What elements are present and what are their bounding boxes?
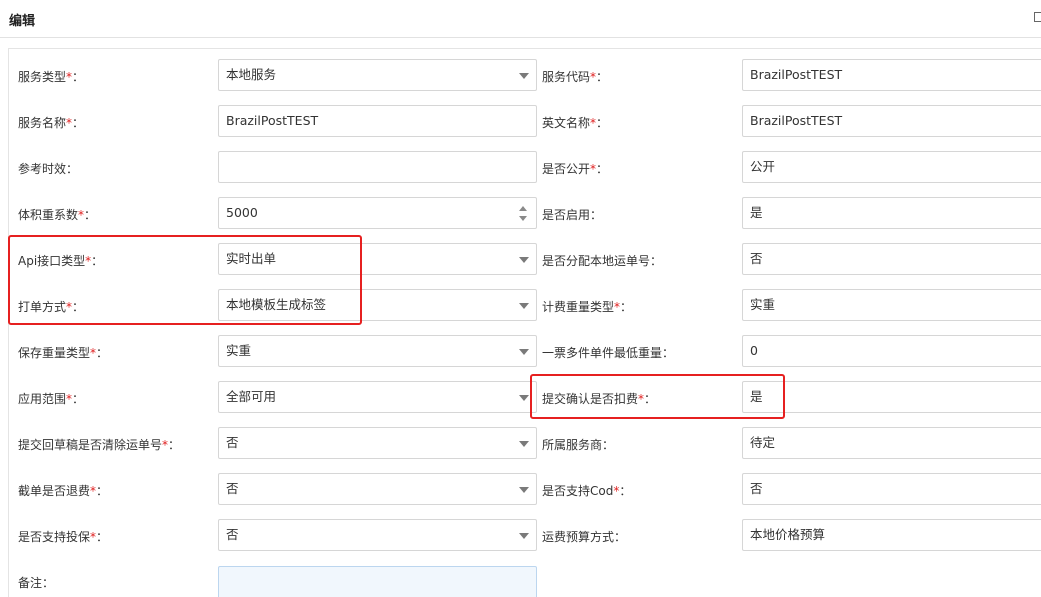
chevron-down-icon[interactable] — [519, 257, 529, 263]
ref-time-input[interactable] — [218, 151, 537, 183]
is-enabled-label: 是否启用： — [542, 208, 603, 222]
maximize-icon[interactable] — [1034, 12, 1041, 22]
highlight-box-api-print — [8, 235, 362, 325]
spin-up-icon[interactable] — [519, 206, 527, 211]
min-piece-weight-value: 0 — [750, 343, 758, 358]
is-public-input[interactable]: 公开 — [742, 151, 1041, 183]
billing-weight-type-input[interactable]: 实重 — [742, 289, 1041, 321]
cutoff-refund-select[interactable]: 否 — [218, 473, 537, 505]
chevron-down-icon[interactable] — [519, 349, 529, 355]
ref-time-label: 参考时效： — [18, 162, 79, 176]
support-cod-label: 是否支持Cod*： — [542, 484, 632, 498]
clear-no-on-draft-select[interactable]: 否 — [218, 427, 537, 459]
volume-factor-input[interactable]: 5000 — [218, 197, 537, 229]
provider-value: 待定 — [750, 435, 776, 450]
cutoff-refund-label: 截单是否退费*： — [18, 484, 109, 498]
spin-down-icon[interactable] — [519, 216, 527, 221]
min-piece-weight-label: 一票多件单件最低重量： — [542, 346, 675, 360]
assign-local-no-label: 是否分配本地运单号： — [542, 254, 663, 268]
billing-weight-type-value: 实重 — [750, 297, 776, 312]
remarks-textarea[interactable] — [218, 566, 537, 597]
dialog-title: 编辑 — [9, 14, 36, 29]
freight-estimate-value: 本地价格预算 — [750, 527, 826, 542]
chevron-down-icon[interactable] — [519, 487, 529, 493]
provider-label: 所属服务商： — [542, 438, 615, 452]
chevron-down-icon[interactable] — [519, 303, 529, 309]
is-public-label: 是否公开*： — [542, 162, 609, 176]
chevron-down-icon[interactable] — [519, 73, 529, 79]
save-weight-type-label: 保存重量类型*： — [18, 346, 109, 360]
billing-weight-type-label: 计费重量类型*： — [542, 300, 633, 314]
apply-scope-value: 全部可用 — [226, 389, 277, 404]
service-type-label: 服务类型*： — [18, 70, 85, 84]
provider-input[interactable]: 待定 — [742, 427, 1041, 459]
clear-no-on-draft-value: 否 — [226, 435, 239, 450]
freight-estimate-input[interactable]: 本地价格预算 — [742, 519, 1041, 551]
support-insurance-select[interactable]: 否 — [218, 519, 537, 551]
service-code-value: BrazilPostTEST — [750, 67, 843, 82]
service-name-label: 服务名称*： — [18, 116, 85, 130]
apply-scope-select[interactable]: 全部可用 — [218, 381, 537, 413]
save-weight-type-select[interactable]: 实重 — [218, 335, 537, 367]
service-name-value: BrazilPostTEST — [226, 113, 319, 128]
service-code-input[interactable]: BrazilPostTEST — [742, 59, 1041, 91]
support-insurance-label: 是否支持投保*： — [18, 530, 109, 544]
english-name-value: BrazilPostTEST — [750, 113, 843, 128]
service-name-input[interactable]: BrazilPostTEST — [218, 105, 537, 137]
service-code-label: 服务代码*： — [542, 70, 609, 84]
service-type-value: 本地服务 — [226, 67, 277, 82]
support-insurance-value: 否 — [226, 527, 239, 542]
min-piece-weight-input[interactable]: 0 — [742, 335, 1041, 367]
highlight-box-confirm-fee — [530, 374, 785, 419]
volume-factor-label: 体积重系数*： — [18, 208, 97, 222]
assign-local-no-input[interactable]: 否 — [742, 243, 1041, 275]
assign-local-no-value: 否 — [750, 251, 763, 266]
confirm-fee-input[interactable]: 是 — [742, 381, 1041, 413]
dialog-titlebar: 编辑 — [0, 0, 1041, 38]
chevron-down-icon[interactable] — [519, 533, 529, 539]
chevron-down-icon[interactable] — [519, 441, 529, 447]
freight-estimate-label: 运费预算方式： — [542, 530, 627, 544]
save-weight-type-value: 实重 — [226, 343, 252, 358]
is-enabled-value: 是 — [750, 205, 763, 220]
apply-scope-label: 应用范围*： — [18, 392, 85, 406]
cutoff-refund-value: 否 — [226, 481, 239, 496]
is-enabled-input[interactable]: 是 — [742, 197, 1041, 229]
english-name-label: 英文名称*： — [542, 116, 609, 130]
english-name-input[interactable]: BrazilPostTEST — [742, 105, 1041, 137]
clear-no-on-draft-label: 提交回草稿是否清除运单号*： — [18, 438, 181, 452]
support-cod-input[interactable]: 否 — [742, 473, 1041, 505]
chevron-down-icon[interactable] — [519, 395, 529, 401]
remarks-label: 备注： — [18, 576, 55, 590]
support-cod-value: 否 — [750, 481, 763, 496]
is-public-value: 公开 — [750, 159, 776, 174]
volume-factor-value: 5000 — [226, 205, 258, 220]
service-type-select[interactable]: 本地服务 — [218, 59, 537, 91]
